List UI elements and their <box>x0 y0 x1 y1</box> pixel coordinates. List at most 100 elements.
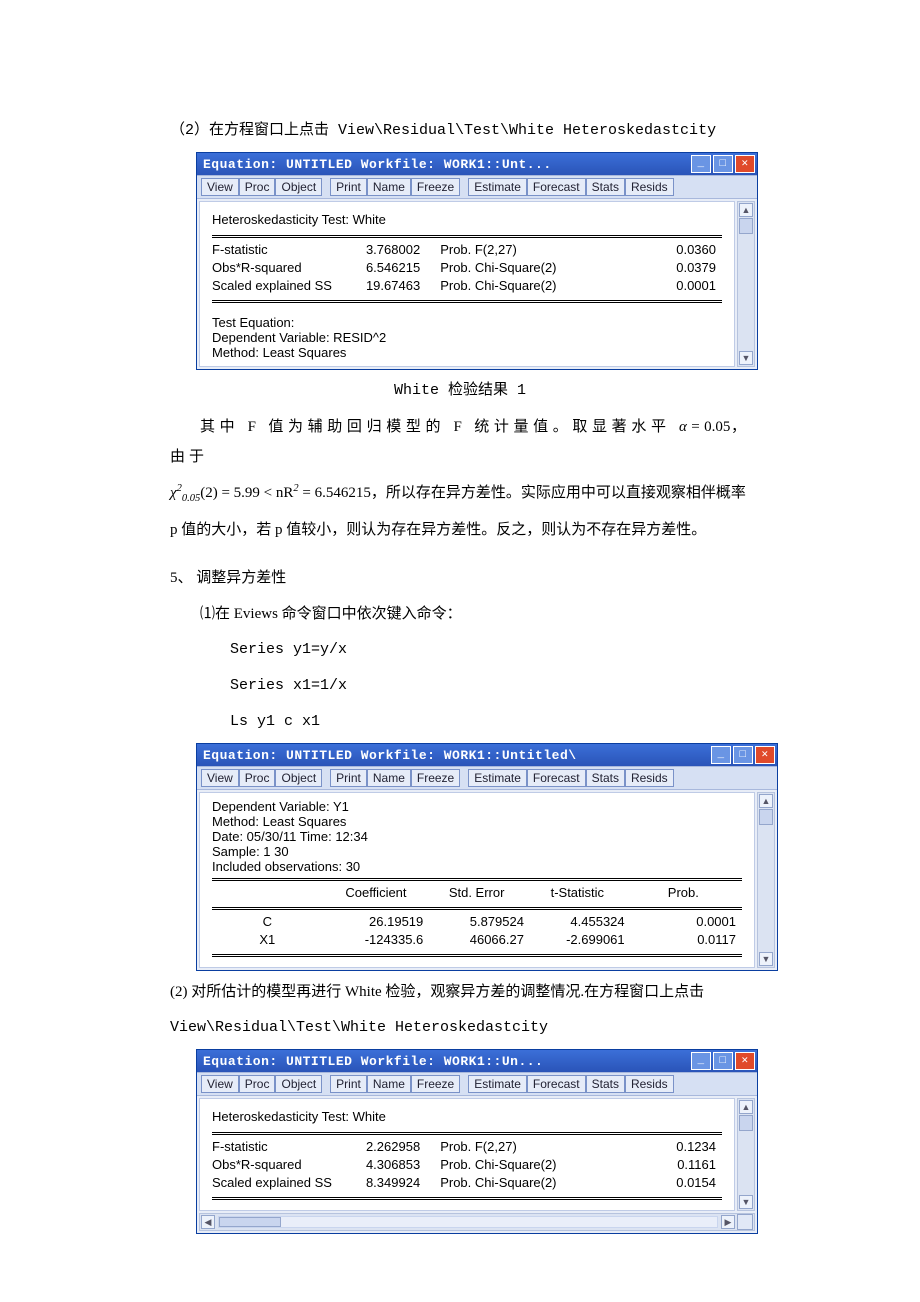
window-title: Equation: UNTITLED Workfile: WORK1::Unti… <box>203 748 577 763</box>
tbtn-resids[interactable]: Resids <box>625 769 674 787</box>
tbtn-name[interactable]: Name <box>367 769 411 787</box>
white-test-heading: Heteroskedasticity Test: White <box>212 1105 722 1128</box>
maximize-icon[interactable]: □ <box>733 746 753 764</box>
scrollbar-vertical[interactable]: ▲ ▼ <box>737 1098 755 1211</box>
white-test-table: F-statistic3.768002Prob. F(2,27)0.0360 O… <box>212 242 722 296</box>
minimize-icon[interactable]: _ <box>691 155 711 173</box>
window-title: Equation: UNTITLED Workfile: WORK1::Unt.… <box>203 157 552 172</box>
tbtn-estimate[interactable]: Estimate <box>468 769 527 787</box>
scrollbar-vertical[interactable]: ▲ ▼ <box>757 792 775 968</box>
close-icon[interactable]: ✕ <box>755 746 775 764</box>
tbtn-object[interactable]: Object <box>275 769 322 787</box>
scroll-thumb[interactable] <box>739 1115 753 1131</box>
command-line: Ls y1 c x1 <box>170 707 750 737</box>
close-icon[interactable]: ✕ <box>735 1052 755 1070</box>
caption-white-result-1: White 检验结果 1 <box>170 376 750 406</box>
tbtn-name[interactable]: Name <box>367 1075 411 1093</box>
tbtn-proc[interactable]: Proc <box>239 178 276 196</box>
regression-table: Coefficient Std. Error t-Statistic Prob. <box>212 885 742 903</box>
scroll-thumb[interactable] <box>739 218 753 234</box>
tbtn-forecast[interactable]: Forecast <box>527 769 586 787</box>
tbtn-estimate[interactable]: Estimate <box>468 1075 527 1093</box>
eviews-toolbar: View Proc Object Print Name Freeze Estim… <box>197 1072 757 1096</box>
tbtn-stats[interactable]: Stats <box>586 769 625 787</box>
eviews-window-white-test-1: Equation: UNTITLED Workfile: WORK1::Unt.… <box>196 152 758 370</box>
tbtn-view[interactable]: View <box>201 178 239 196</box>
tbtn-forecast[interactable]: Forecast <box>527 178 586 196</box>
tbtn-estimate[interactable]: Estimate <box>468 178 527 196</box>
scrollbar-horizontal[interactable]: ◀ ▶ <box>199 1213 755 1231</box>
tbtn-freeze[interactable]: Freeze <box>411 769 460 787</box>
section-5-title: 5、 调整异方差性 <box>170 563 750 593</box>
info-line: Included observations: 30 <box>212 859 742 874</box>
table-row: F-statistic3.768002Prob. F(2,27)0.0360 <box>212 242 722 260</box>
command-line: Series y1=y/x <box>170 635 750 665</box>
scroll-up-icon[interactable]: ▲ <box>739 203 753 217</box>
regression-rows: C26.195195.8795244.4553240.0001 X1-12433… <box>212 914 742 950</box>
tbtn-object[interactable]: Object <box>275 178 322 196</box>
tbtn-view[interactable]: View <box>201 769 239 787</box>
scrollbar-vertical[interactable]: ▲ ▼ <box>737 201 755 367</box>
tbtn-resids[interactable]: Resids <box>625 1075 674 1093</box>
command-line: Series x1=1/x <box>170 671 750 701</box>
resize-grip-icon[interactable] <box>737 1214 753 1230</box>
tbtn-freeze[interactable]: Freeze <box>411 178 460 196</box>
table-row: Obs*R-squared6.546215Prob. Chi-Square(2)… <box>212 260 722 278</box>
tbtn-forecast[interactable]: Forecast <box>527 1075 586 1093</box>
scroll-down-icon[interactable]: ▼ <box>759 952 773 966</box>
tbtn-stats[interactable]: Stats <box>586 1075 625 1093</box>
scroll-down-icon[interactable]: ▼ <box>739 351 753 365</box>
tbtn-print[interactable]: Print <box>330 769 367 787</box>
info-line: Sample: 1 30 <box>212 844 742 859</box>
step-2-instruction: （2）在方程窗口上点击 View\Residual\Test\White Het… <box>170 116 750 146</box>
scroll-thumb[interactable] <box>219 1217 281 1227</box>
table-row: Obs*R-squared4.306853Prob. Chi-Square(2)… <box>212 1157 722 1175</box>
eviews-window-white-test-2: Equation: UNTITLED Workfile: WORK1::Un..… <box>196 1049 758 1234</box>
close-icon[interactable]: ✕ <box>735 155 755 173</box>
tbtn-view[interactable]: View <box>201 1075 239 1093</box>
table-row: C26.195195.8795244.4553240.0001 <box>212 914 742 932</box>
section-5-1: ⑴在 Eviews 命令窗口中依次键入命令： <box>170 599 750 629</box>
dep-var-line: Dependent Variable: RESID^2 <box>212 330 722 345</box>
eviews-window-regression: Equation: UNTITLED Workfile: WORK1::Unti… <box>196 743 778 971</box>
explanation-para-3: p 值的大小，若 p 值较小，则认为存在异方差性。反之，则认为不存在异方差性。 <box>170 515 750 545</box>
info-line: Dependent Variable: Y1 <box>212 799 742 814</box>
scroll-down-icon[interactable]: ▼ <box>739 1195 753 1209</box>
scroll-left-icon[interactable]: ◀ <box>201 1215 215 1229</box>
scroll-up-icon[interactable]: ▲ <box>759 794 773 808</box>
white-test-table: F-statistic2.262958Prob. F(2,27)0.1234 O… <box>212 1139 722 1193</box>
table-row: Scaled explained SS8.349924Prob. Chi-Squ… <box>212 1175 722 1193</box>
maximize-icon[interactable]: □ <box>713 1052 733 1070</box>
explanation-para-2: χ20.05(2) = 5.99 < nR2 = 6.546215，所以存在异方… <box>170 478 750 509</box>
tbtn-proc[interactable]: Proc <box>239 1075 276 1093</box>
table-row: Scaled explained SS19.67463Prob. Chi-Squ… <box>212 278 722 296</box>
table-row: X1-124335.646066.27-2.6990610.0117 <box>212 932 742 950</box>
section-5-2a: (2) 对所估计的模型再进行 White 检验，观察异方差的调整情况.在方程窗口… <box>170 977 750 1007</box>
table-row: F-statistic2.262958Prob. F(2,27)0.1234 <box>212 1139 722 1157</box>
minimize-icon[interactable]: _ <box>691 1052 711 1070</box>
info-line: Date: 05/30/11 Time: 12:34 <box>212 829 742 844</box>
table-header: Coefficient Std. Error t-Statistic Prob. <box>212 885 742 903</box>
window-title: Equation: UNTITLED Workfile: WORK1::Un..… <box>203 1054 543 1069</box>
section-5-2b: View\Residual\Test\White Heteroskedastci… <box>170 1013 750 1043</box>
scroll-thumb[interactable] <box>759 809 773 825</box>
info-line: Method: Least Squares <box>212 814 742 829</box>
tbtn-print[interactable]: Print <box>330 1075 367 1093</box>
method-line: Method: Least Squares <box>212 345 722 360</box>
scroll-up-icon[interactable]: ▲ <box>739 1100 753 1114</box>
eviews-toolbar: View Proc Object Print Name Freeze Estim… <box>197 766 777 790</box>
minimize-icon[interactable]: _ <box>711 746 731 764</box>
maximize-icon[interactable]: □ <box>713 155 733 173</box>
tbtn-name[interactable]: Name <box>367 178 411 196</box>
eviews-toolbar: View Proc Object Print Name Freeze Estim… <box>197 175 757 199</box>
tbtn-proc[interactable]: Proc <box>239 769 276 787</box>
tbtn-print[interactable]: Print <box>330 178 367 196</box>
test-equation-line: Test Equation: <box>212 315 722 330</box>
tbtn-object[interactable]: Object <box>275 1075 322 1093</box>
explanation-para-1: 其中 F 值为辅助回归模型的 F 统计量值。取显著水平 α = 0.05，由于 <box>170 412 750 472</box>
scroll-right-icon[interactable]: ▶ <box>721 1215 735 1229</box>
tbtn-stats[interactable]: Stats <box>586 178 625 196</box>
tbtn-resids[interactable]: Resids <box>625 178 674 196</box>
tbtn-freeze[interactable]: Freeze <box>411 1075 460 1093</box>
white-test-heading: Heteroskedasticity Test: White <box>212 208 722 231</box>
